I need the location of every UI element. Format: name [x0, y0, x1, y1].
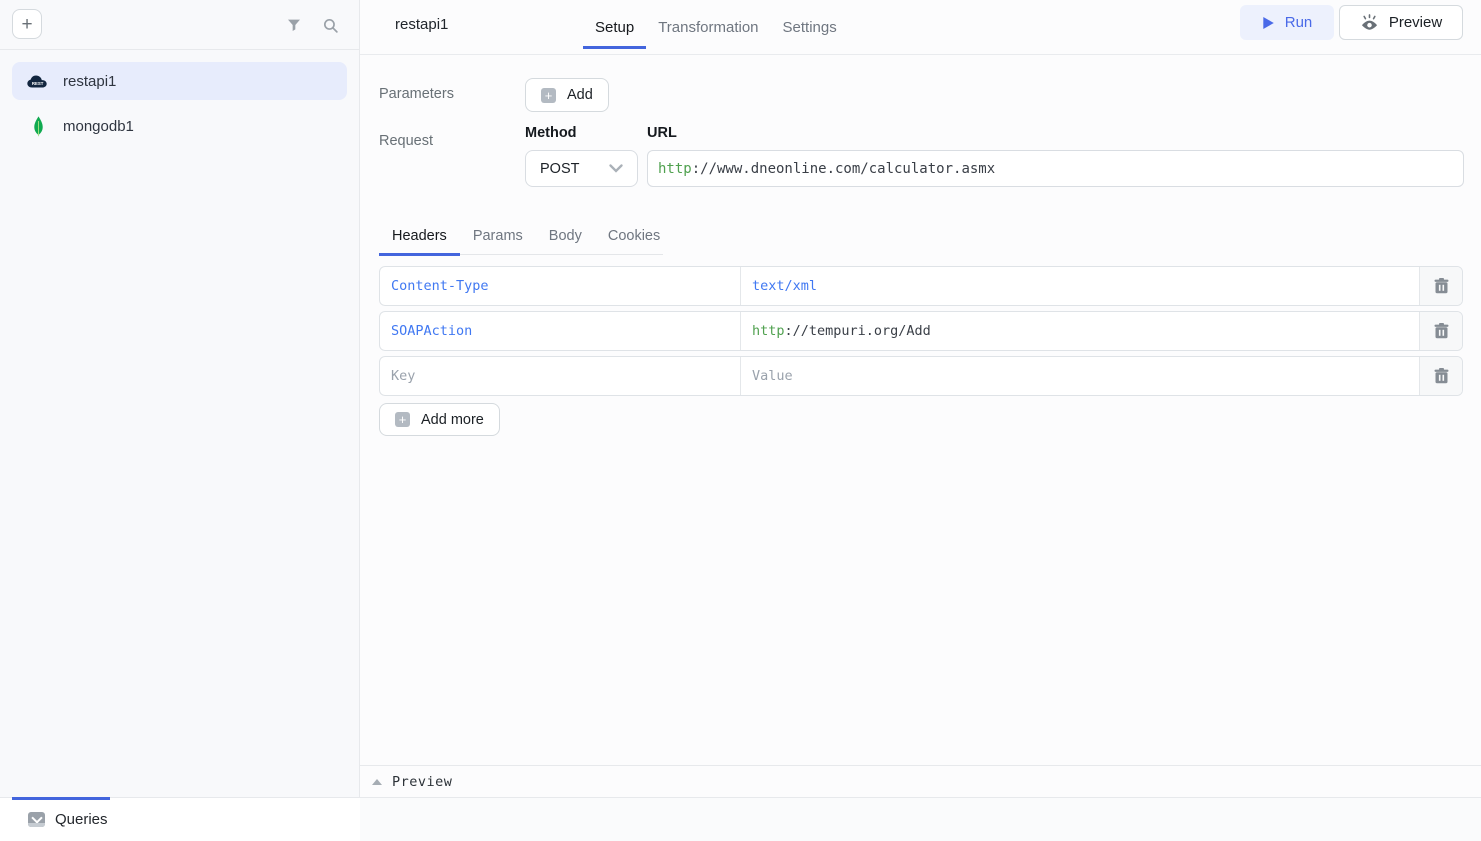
method-select[interactable]: POST	[525, 150, 638, 187]
mongodb-icon	[26, 116, 50, 137]
header-value-input[interactable]: text/xml	[741, 267, 1420, 305]
queries-panel-icon	[28, 812, 45, 827]
add-more-button[interactable]: + Add more	[379, 403, 500, 436]
run-button-label: Run	[1285, 14, 1313, 31]
play-icon	[1262, 16, 1275, 30]
eye-icon	[1360, 14, 1379, 32]
editor-tabs: Setup Transformation Settings	[583, 0, 849, 55]
preview-panel-toggle[interactable]: Preview	[360, 765, 1481, 797]
add-more-label: Add more	[421, 412, 484, 428]
chevron-down-icon	[609, 164, 623, 173]
delete-header-row-button[interactable]	[1420, 267, 1462, 305]
header-key-input[interactable]: Content-Type	[380, 267, 741, 305]
url-value: http://www.dneonline.com/calculator.asmx	[658, 161, 995, 177]
parameters-label: Parameters	[379, 78, 525, 102]
caret-up-icon	[372, 779, 382, 785]
method-value: POST	[540, 161, 579, 177]
trash-icon	[1434, 368, 1449, 384]
query-sidebar: + REST restapi1 mongodb1	[0, 0, 360, 797]
header-key-input[interactable]: SOAPAction	[380, 312, 741, 350]
query-editor-header: restapi1 Setup Transformation Settings R…	[360, 0, 1481, 55]
query-list: REST restapi1 mongodb1	[0, 50, 359, 157]
plus-icon: +	[541, 88, 556, 103]
header-row: SOAPAction http://tempuri.org/Add	[379, 311, 1463, 351]
url-label: URL	[647, 125, 1464, 141]
subtab-body[interactable]: Body	[536, 218, 595, 254]
rest-api-icon: REST	[26, 73, 50, 90]
sidebar-item-label: restapi1	[63, 73, 116, 90]
sidebar-toolbar-icons	[286, 0, 339, 50]
subtab-params[interactable]: Params	[460, 218, 536, 254]
queries-panel-tab[interactable]: Queries	[0, 798, 360, 841]
request-row: Request Method POST URL http://www.dneon…	[379, 125, 1464, 187]
header-row: Content-Type text/xml	[379, 266, 1463, 306]
headers-table: Content-Type text/xml SOAPAction http://…	[379, 266, 1463, 396]
run-button[interactable]: Run	[1240, 5, 1334, 40]
header-value-input[interactable]: Value	[741, 357, 1420, 395]
queries-panel-label: Queries	[55, 811, 108, 828]
method-group: Method POST	[525, 125, 647, 187]
url-input[interactable]: http://www.dneonline.com/calculator.asmx	[647, 150, 1464, 187]
svg-text:REST: REST	[32, 80, 44, 85]
add-parameter-label: Add	[567, 87, 593, 103]
header-value-input[interactable]: http://tempuri.org/Add	[741, 312, 1420, 350]
sidebar-item-mongodb1[interactable]: mongodb1	[12, 107, 347, 145]
preview-panel-label: Preview	[392, 774, 452, 790]
tab-transformation[interactable]: Transformation	[646, 0, 770, 55]
subtab-cookies[interactable]: Cookies	[595, 218, 673, 254]
subtab-headers[interactable]: Headers	[379, 218, 460, 254]
search-icon[interactable]	[322, 17, 339, 34]
add-query-button[interactable]: +	[12, 9, 42, 39]
header-row: Key Value	[379, 356, 1463, 396]
parameters-row: Parameters + Add	[379, 78, 609, 112]
tab-setup[interactable]: Setup	[583, 0, 646, 55]
filter-icon[interactable]	[286, 17, 302, 33]
header-actions: Run Preview	[1240, 5, 1463, 40]
trash-icon	[1434, 323, 1449, 339]
url-group: URL http://www.dneonline.com/calculator.…	[647, 125, 1464, 187]
bottom-bar: Queries	[0, 797, 1481, 841]
tab-settings[interactable]: Settings	[771, 0, 849, 55]
request-label: Request	[379, 125, 525, 187]
sidebar-toolbar: +	[0, 0, 359, 50]
trash-icon	[1434, 278, 1449, 294]
header-key-input[interactable]: Key	[380, 357, 741, 395]
delete-header-row-button[interactable]	[1420, 357, 1462, 395]
method-label: Method	[525, 125, 647, 141]
add-parameter-button[interactable]: + Add	[525, 78, 609, 112]
active-panel-indicator	[12, 797, 110, 800]
delete-header-row-button[interactable]	[1420, 312, 1462, 350]
plus-icon: +	[395, 412, 410, 427]
preview-button[interactable]: Preview	[1339, 5, 1463, 40]
preview-button-label: Preview	[1389, 14, 1442, 31]
sidebar-item-label: mongodb1	[63, 118, 134, 135]
request-options-tabs: Headers Params Body Cookies	[379, 218, 663, 255]
query-editor: restapi1 Setup Transformation Settings R…	[360, 0, 1481, 797]
request-options-section: Headers Params Body Cookies Content-Type…	[379, 218, 1463, 436]
query-title: restapi1	[395, 16, 448, 33]
sidebar-item-restapi1[interactable]: REST restapi1	[12, 62, 347, 100]
